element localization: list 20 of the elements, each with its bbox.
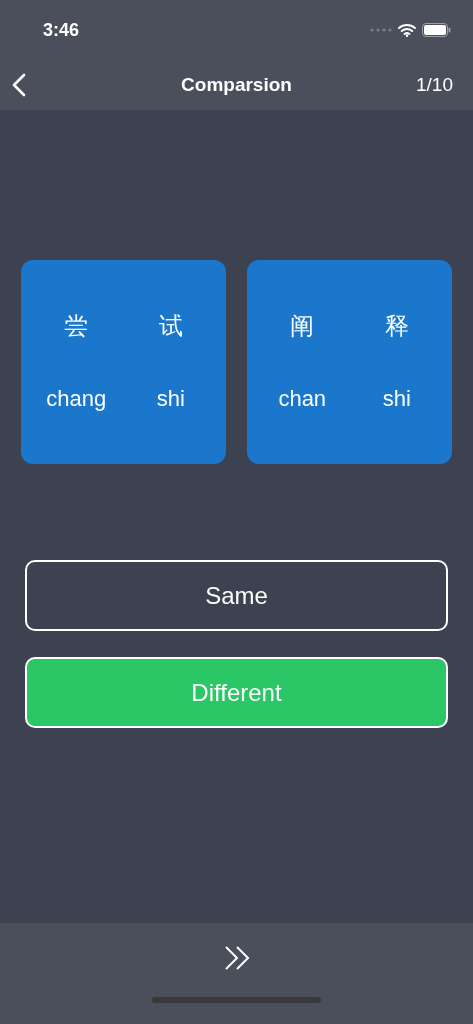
back-button[interactable]: [10, 71, 28, 99]
hanzi-character: 尝: [63, 311, 90, 341]
word-card[interactable]: 阐 释 chan shi: [247, 260, 452, 464]
back-icon: [12, 73, 26, 97]
screen-title: Comparsion: [181, 72, 292, 97]
double-chevron-icon: [223, 945, 250, 971]
status-time: 3:46: [43, 18, 80, 42]
hanzi-character: 释: [383, 311, 410, 341]
battery-icon: [422, 23, 451, 37]
wifi-icon: [398, 23, 416, 37]
pinyin-text: shi: [155, 384, 186, 413]
pinyin-text: chang: [45, 384, 108, 413]
answer-button[interactable]: Same: [25, 560, 448, 631]
hanzi-character: 阐: [289, 311, 316, 341]
signal-icon: [370, 28, 392, 32]
progress-counter: 1/10: [416, 72, 453, 97]
pinyin-text: shi: [381, 384, 412, 413]
hanzi-character: 试: [157, 311, 184, 341]
word-card[interactable]: 尝 试 chang shi: [21, 260, 226, 464]
pinyin-text: chan: [277, 384, 328, 413]
